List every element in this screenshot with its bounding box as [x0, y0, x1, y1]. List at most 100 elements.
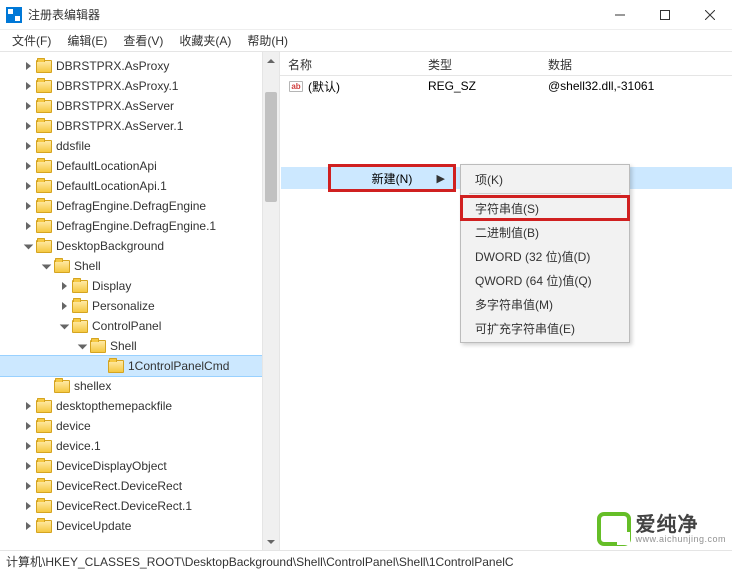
- list-row[interactable]: (默认) REG_SZ @shell32.dll,-31061: [280, 76, 732, 96]
- tree-item[interactable]: Personalize: [0, 296, 279, 316]
- chevron-collapsed-icon[interactable]: [22, 80, 34, 92]
- folder-icon: [36, 60, 52, 73]
- chevron-collapsed-icon[interactable]: [22, 220, 34, 232]
- close-button[interactable]: [687, 0, 732, 30]
- value-name: (默认): [308, 78, 340, 95]
- tree-item[interactable]: ControlPanel: [0, 316, 279, 336]
- chevron-collapsed-icon[interactable]: [22, 440, 34, 452]
- tree-item[interactable]: Shell: [0, 256, 279, 276]
- col-name[interactable]: 名称: [280, 52, 420, 75]
- submenu-multistring-value[interactable]: 多字符串值(M): [461, 292, 629, 316]
- title-bar: 注册表编辑器: [0, 0, 732, 30]
- folder-icon: [36, 120, 52, 133]
- chevron-collapsed-icon[interactable]: [22, 180, 34, 192]
- tree-item[interactable]: DefaultLocationApi: [0, 156, 279, 176]
- minimize-button[interactable]: [597, 0, 642, 30]
- folder-icon: [54, 380, 70, 393]
- tree-item-label: DefragEngine.DefragEngine.1: [56, 219, 216, 233]
- tree-item[interactable]: DeviceUpdate: [0, 516, 279, 536]
- status-path: 计算机\HKEY_CLASSES_ROOT\DesktopBackground\…: [6, 553, 514, 570]
- chevron-collapsed-icon[interactable]: [58, 300, 70, 312]
- scroll-up-icon[interactable]: [263, 52, 279, 69]
- submenu-qword-value[interactable]: QWORD (64 位)值(Q): [461, 268, 629, 292]
- tree-item[interactable]: Shell: [0, 336, 279, 356]
- tree-item[interactable]: DefragEngine.DefragEngine.1: [0, 216, 279, 236]
- tree-item[interactable]: Display: [0, 276, 279, 296]
- folder-icon: [36, 420, 52, 433]
- tree-item[interactable]: device: [0, 416, 279, 436]
- chevron-collapsed-icon[interactable]: [22, 60, 34, 72]
- chevron-collapsed-icon[interactable]: [58, 280, 70, 292]
- chevron-collapsed-icon[interactable]: [22, 500, 34, 512]
- tree-item[interactable]: DefaultLocationApi.1: [0, 176, 279, 196]
- chevron-expanded-icon[interactable]: [76, 340, 88, 352]
- context-menu-new[interactable]: 新建(N) ▶: [328, 164, 456, 192]
- tree-item-label: DeviceRect.DeviceRect.1: [56, 499, 192, 513]
- chevron-collapsed-icon[interactable]: [22, 140, 34, 152]
- chevron-collapsed-icon[interactable]: [22, 120, 34, 132]
- scroll-down-icon[interactable]: [263, 533, 279, 550]
- chevron-collapsed-icon[interactable]: [22, 420, 34, 432]
- menu-edit[interactable]: 编辑(E): [59, 30, 115, 51]
- tree-item[interactable]: DefragEngine.DefragEngine: [0, 196, 279, 216]
- chevron-collapsed-icon[interactable]: [22, 100, 34, 112]
- tree-item[interactable]: DeviceRect.DeviceRect.1: [0, 496, 279, 516]
- tree-item-label: DBRSTPRX.AsServer.1: [56, 119, 183, 133]
- tree-pane[interactable]: DBRSTPRX.AsProxyDBRSTPRX.AsProxy.1 DBRSTP…: [0, 52, 280, 550]
- tree-item-label: desktopthemepackfile: [56, 399, 172, 413]
- tree-scrollbar[interactable]: [262, 52, 279, 550]
- folder-icon: [36, 440, 52, 453]
- submenu-string-value[interactable]: 字符串值(S): [461, 196, 629, 220]
- tree-item[interactable]: shellex: [0, 376, 279, 396]
- chevron-expanded-icon[interactable]: [40, 260, 52, 272]
- menu-file[interactable]: 文件(F): [4, 30, 59, 51]
- chevron-collapsed-icon[interactable]: [22, 200, 34, 212]
- submenu-key[interactable]: 项(K): [461, 167, 629, 191]
- folder-icon: [36, 140, 52, 153]
- submenu-expandable-value[interactable]: 可扩充字符串值(E): [461, 316, 629, 340]
- tree-item[interactable]: DeviceDisplayObject: [0, 456, 279, 476]
- tree-item[interactable]: ddsfile: [0, 136, 279, 156]
- string-value-icon: [288, 78, 304, 94]
- folder-icon: [36, 100, 52, 113]
- submenu-arrow-icon: ▶: [437, 172, 445, 185]
- chevron-collapsed-icon[interactable]: [22, 160, 34, 172]
- scroll-thumb[interactable]: [265, 92, 277, 202]
- menu-help[interactable]: 帮助(H): [239, 30, 296, 51]
- chevron-collapsed-icon[interactable]: [22, 520, 34, 532]
- tree-item[interactable]: DesktopBackground: [0, 236, 279, 256]
- context-new-label: 新建(N): [372, 170, 413, 187]
- folder-icon: [36, 520, 52, 533]
- menu-view[interactable]: 查看(V): [115, 30, 171, 51]
- tree-item[interactable]: DBRSTPRX.AsProxy: [0, 56, 279, 76]
- col-type[interactable]: 类型: [420, 52, 540, 75]
- chevron-collapsed-icon[interactable]: [22, 480, 34, 492]
- window-controls: [597, 0, 732, 30]
- tree-item[interactable]: DBRSTPRX.AsServer: [0, 96, 279, 116]
- tree-item[interactable]: DBRSTPRX.AsServer.1: [0, 116, 279, 136]
- tree-item[interactable]: device.1: [0, 436, 279, 456]
- submenu-binary-value[interactable]: 二进制值(B): [461, 220, 629, 244]
- tree-item-label: DBRSTPRX.AsServer: [56, 99, 174, 113]
- menu-favorites[interactable]: 收藏夹(A): [171, 30, 239, 51]
- chevron-collapsed-icon[interactable]: [22, 460, 34, 472]
- tree-item-label: device.1: [56, 439, 101, 453]
- folder-icon: [36, 180, 52, 193]
- folder-icon: [36, 480, 52, 493]
- tree-item-label: Personalize: [92, 299, 155, 313]
- chevron-expanded-icon[interactable]: [22, 240, 34, 252]
- tree-item-label: DesktopBackground: [56, 239, 164, 253]
- col-data[interactable]: 数据: [540, 52, 732, 75]
- tree-item-label: DeviceUpdate: [56, 519, 131, 533]
- tree-item[interactable]: 1ControlPanelCmd: [0, 356, 279, 376]
- tree-item-label: Shell: [74, 259, 101, 273]
- submenu-dword-value[interactable]: DWORD (32 位)值(D): [461, 244, 629, 268]
- chevron-collapsed-icon[interactable]: [22, 400, 34, 412]
- folder-icon: [36, 240, 52, 253]
- tree-item[interactable]: desktopthemepackfile: [0, 396, 279, 416]
- maximize-button[interactable]: [642, 0, 687, 30]
- chevron-expanded-icon[interactable]: [58, 320, 70, 332]
- tree-item[interactable]: DeviceRect.DeviceRect: [0, 476, 279, 496]
- tree-item-label: shellex: [74, 379, 111, 393]
- tree-item[interactable]: DBRSTPRX.AsProxy.1: [0, 76, 279, 96]
